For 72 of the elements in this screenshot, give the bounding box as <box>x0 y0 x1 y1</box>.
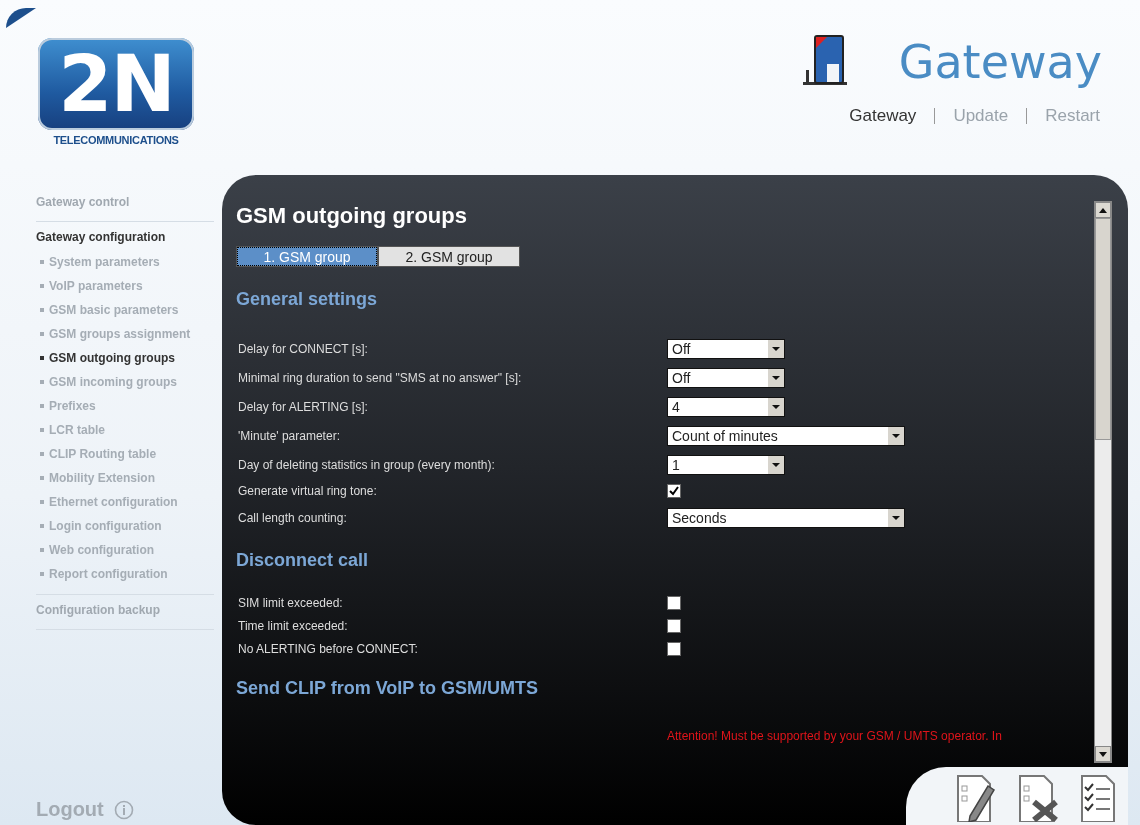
group-tab[interactable]: 1. GSM group <box>236 246 378 267</box>
setting-label: No ALERTING before CONNECT: <box>237 641 419 656</box>
section-heading: Disconnect call <box>236 550 370 571</box>
sidebar-item[interactable]: Login configuration <box>36 519 214 534</box>
sidebar-section[interactable]: Gateway configuration <box>36 230 214 244</box>
sidebar-item[interactable]: VoIP parameters <box>36 279 214 294</box>
logo-mark: 2N <box>38 38 194 130</box>
sidebar-item[interactable]: GSM outgoing groups <box>36 351 214 366</box>
sidebar-item[interactable]: LCR table <box>36 423 214 438</box>
sidebar-item[interactable]: Prefixes <box>36 399 214 414</box>
dropdown[interactable]: Off <box>667 338 785 359</box>
scrollbar[interactable] <box>1094 201 1112 763</box>
product-title: Gateway <box>898 35 1102 89</box>
sidebar-item[interactable]: System parameters <box>36 255 214 270</box>
bullet-icon <box>40 428 44 432</box>
sidebar-section[interactable]: Configuration backup <box>36 603 214 617</box>
section-heading: General settings <box>236 289 379 310</box>
dropdown[interactable]: Seconds <box>667 507 905 528</box>
bullet-icon <box>40 284 44 288</box>
checkbox[interactable] <box>667 641 681 656</box>
dropdown[interactable]: 1 <box>667 454 785 475</box>
nav-link[interactable]: Update <box>953 106 1009 126</box>
sidebar-item[interactable]: Ethernet configuration <box>36 495 214 510</box>
sidebar-section[interactable]: Gateway control <box>36 195 214 209</box>
sidebar-item[interactable]: Web configuration <box>36 543 214 558</box>
bullet-icon <box>40 332 44 336</box>
bullet-icon <box>40 452 44 456</box>
setting-label: SIM limit exceeded: <box>237 595 344 610</box>
setting-label: Delay for ALERTING [s]: <box>237 399 369 414</box>
scroll-up-icon[interactable] <box>1099 207 1107 213</box>
setting-label: Time limit exceeded: <box>237 618 349 633</box>
bullet-icon <box>40 524 44 528</box>
bullet-icon <box>40 380 44 384</box>
sidebar-item[interactable]: GSM incoming groups <box>36 375 214 390</box>
info-icon <box>113 799 134 820</box>
section-heading: Send CLIP from VoIP to GSM/UMTS <box>236 678 540 699</box>
bullet-icon <box>40 260 44 264</box>
sidebar-item[interactable]: GSM groups assignment <box>36 327 214 342</box>
group-tab[interactable]: 2. GSM group <box>378 246 520 267</box>
bullet-icon <box>40 308 44 312</box>
edit-button[interactable] <box>954 772 998 825</box>
checkbox[interactable] <box>667 595 681 610</box>
setting-label: Day of deleting statistics in group (every month): <box>237 457 496 472</box>
bullet-icon <box>40 572 44 576</box>
checklist-button[interactable] <box>1078 772 1118 825</box>
checkbox[interactable] <box>667 484 681 498</box>
warning-text: Attention! Must be supported by your GSM / UMTS operator. In <box>667 729 1003 743</box>
nav-link[interactable]: Restart <box>1045 106 1100 126</box>
bullet-icon <box>40 404 44 408</box>
setting-label: 'Minute' parameter: <box>237 428 341 443</box>
scroll-down-icon[interactable] <box>1099 751 1107 757</box>
sidebar-item[interactable]: Report configuration <box>36 567 214 582</box>
bullet-icon <box>40 548 44 552</box>
logout-link[interactable]: Logout <box>36 798 104 821</box>
page-title: GSM outgoing groups <box>236 203 468 229</box>
dropdown[interactable]: Count of minutes <box>667 425 905 446</box>
logo-tagline: TELECOMMUNICATIONS <box>53 134 179 146</box>
nav-link[interactable]: Gateway <box>849 106 917 126</box>
setting-label: Call length counting: <box>237 510 348 525</box>
sidebar-item[interactable]: CLIP Routing table <box>36 447 214 462</box>
bullet-icon <box>40 476 44 480</box>
setting-label: Minimal ring duration to send "SMS at no answer" [s]: <box>237 370 523 385</box>
bullet-icon <box>40 500 44 504</box>
sidebar-item[interactable]: Mobility Extension <box>36 471 214 486</box>
setting-label: Generate virtual ring tone: <box>237 484 378 498</box>
bullet-icon <box>40 356 44 360</box>
dropdown[interactable]: Off <box>667 367 785 388</box>
setting-label: Delay for CONNECT [s]: <box>237 341 369 356</box>
checkbox[interactable] <box>667 618 681 633</box>
sidebar-item[interactable]: GSM basic parameters <box>36 303 214 318</box>
delete-button[interactable] <box>1016 772 1060 825</box>
dropdown[interactable]: 4 <box>667 396 785 417</box>
